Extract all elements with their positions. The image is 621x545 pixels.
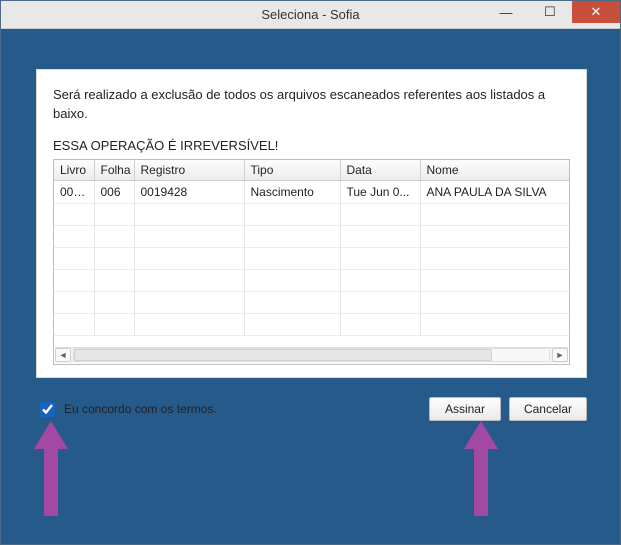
agree-checkbox-wrap[interactable]: Eu concordo com os termos. <box>36 399 217 420</box>
footer-row: Eu concordo com os termos. Assinar Cance… <box>36 397 587 421</box>
annotation-arrow-icon <box>34 421 68 516</box>
window-frame: Seleciona - Sofia — ☐ ✕ Será realizado a… <box>0 0 621 545</box>
sign-button[interactable]: Assinar <box>429 397 501 421</box>
horizontal-scrollbar[interactable]: ◄ ► <box>55 347 568 363</box>
maximize-button[interactable]: ☐ <box>528 1 572 23</box>
cell-livro: 000... <box>54 180 94 203</box>
table-row[interactable]: 000... 006 0019428 Nascimento Tue Jun 0.… <box>54 180 569 203</box>
cell-data: Tue Jun 0... <box>340 180 420 203</box>
table-header-row: Livro Folha Registro Tipo Data Nome <box>54 160 569 181</box>
col-header-folha[interactable]: Folha <box>94 160 134 181</box>
col-header-livro[interactable]: Livro <box>54 160 94 181</box>
data-grid[interactable]: Livro Folha Registro Tipo Data Nome 000.… <box>53 159 570 365</box>
table-row <box>54 313 569 335</box>
close-button[interactable]: ✕ <box>572 1 620 23</box>
dialog-panel: Será realizado a exclusão de todos os ar… <box>36 69 587 378</box>
col-header-nome[interactable]: Nome <box>420 160 569 181</box>
scroll-track[interactable] <box>73 348 550 362</box>
agree-label: Eu concordo com os termos. <box>64 402 217 416</box>
scroll-left-icon[interactable]: ◄ <box>55 348 71 362</box>
col-header-tipo[interactable]: Tipo <box>244 160 340 181</box>
table: Livro Folha Registro Tipo Data Nome 000.… <box>54 160 569 336</box>
minimize-icon: — <box>500 5 513 20</box>
table-row <box>54 291 569 313</box>
window-controls: — ☐ ✕ <box>484 1 620 23</box>
dialog-warning: ESSA OPERAÇÃO É IRREVERSÍVEL! <box>53 138 570 153</box>
agree-checkbox[interactable] <box>40 402 55 417</box>
dialog-message: Será realizado a exclusão de todos os ar… <box>53 86 570 124</box>
annotation-arrow-icon <box>464 421 498 516</box>
col-header-registro[interactable]: Registro <box>134 160 244 181</box>
cell-folha: 006 <box>94 180 134 203</box>
scroll-thumb[interactable] <box>74 349 492 361</box>
cell-tipo: Nascimento <box>244 180 340 203</box>
scroll-right-icon[interactable]: ► <box>552 348 568 362</box>
maximize-icon: ☐ <box>544 4 556 20</box>
col-header-data[interactable]: Data <box>340 160 420 181</box>
table-row <box>54 269 569 291</box>
cell-registro: 0019428 <box>134 180 244 203</box>
table-row <box>54 247 569 269</box>
cancel-button[interactable]: Cancelar <box>509 397 587 421</box>
titlebar[interactable]: Seleciona - Sofia — ☐ ✕ <box>1 1 620 29</box>
table-row <box>54 225 569 247</box>
minimize-button[interactable]: — <box>484 1 528 23</box>
cell-nome: ANA PAULA DA SILVA <box>420 180 569 203</box>
table-row <box>54 203 569 225</box>
close-icon: ✕ <box>591 4 602 20</box>
button-group: Assinar Cancelar <box>429 397 587 421</box>
